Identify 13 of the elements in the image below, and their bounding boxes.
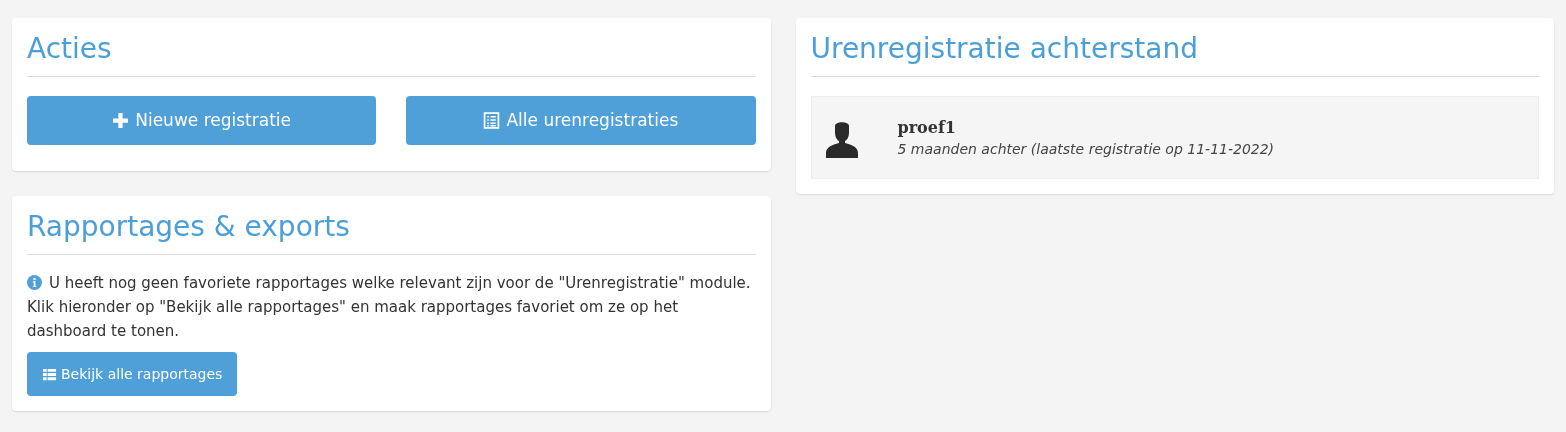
info-text: U heeft nog geen favoriete rapportages welke relevant zijn voor de "Urenregistratie" module. Klik hieronder op "Bekijk alle rapportages" en maak rapportages favoriet om ze op het dashboard te tonen. bbox=[27, 273, 752, 342]
user-detail: 5 maanden achter (laatste registratie op 11-11-2022) bbox=[897, 139, 1275, 159]
info-icon bbox=[27, 275, 42, 290]
list-icon bbox=[483, 112, 501, 129]
panel-title: Rapportages & exports bbox=[27, 208, 756, 255]
list-icon bbox=[42, 366, 57, 382]
plus-icon bbox=[112, 112, 130, 129]
panel-title: Acties bbox=[27, 30, 756, 77]
action-button[interactable]: Nieuwe registratie bbox=[27, 96, 377, 145]
panel-title: Urenregistratie achterstand bbox=[810, 30, 1539, 77]
view-reports-button[interactable]: Bekijk alle rapportages bbox=[27, 352, 238, 396]
action-button[interactable]: Alle urenregistraties bbox=[406, 96, 756, 145]
user-name: proef1 bbox=[897, 116, 957, 139]
